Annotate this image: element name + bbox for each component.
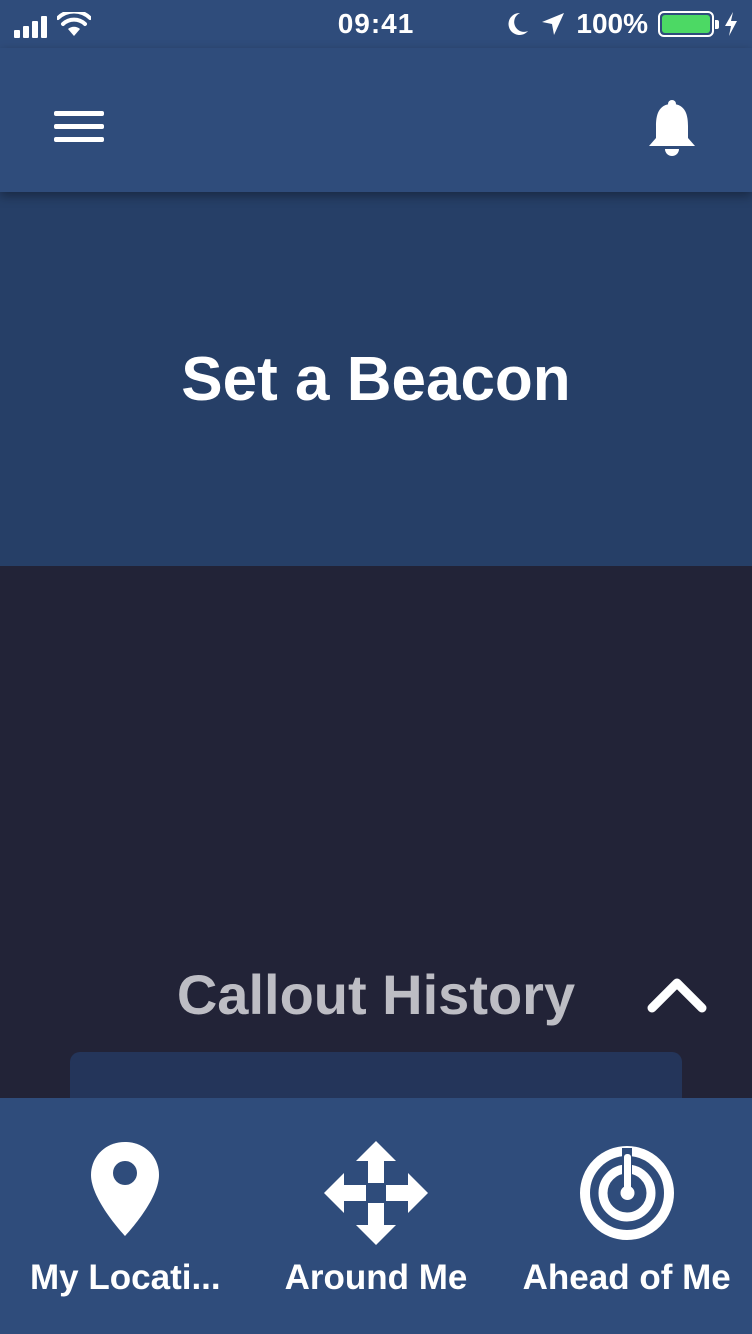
battery-icon [658,11,719,37]
tab-label-around-me: Around Me [284,1258,468,1297]
status-right: 100% [506,8,738,40]
four-arrows-icon [324,1141,428,1245]
tab-bar: My Locati... Around Me Ahead of Me [0,1098,752,1334]
chevron-up-icon [647,978,707,1013]
hamburger-menu-icon [54,111,104,142]
set-beacon-title: Set a Beacon [181,344,571,414]
bell-icon [649,100,695,156]
status-bar: 09:41 100% [0,0,752,48]
nav-bar [0,48,752,192]
tab-label-my-location: My Locati... [30,1258,221,1297]
tab-label-ahead-of-me: Ahead of Me [522,1258,731,1297]
map-pin-icon [91,1142,160,1236]
tab-around-me[interactable]: Around Me [251,1098,502,1334]
callout-history-header: Callout History [0,950,752,1040]
charging-bolt-icon [725,12,737,36]
battery-percent: 100% [576,8,648,39]
menu-button[interactable] [50,104,110,148]
callout-history-toggle[interactable] [644,964,710,1024]
set-beacon-button[interactable]: Set a Beacon [0,192,752,566]
callout-history-title: Callout History [176,963,576,1026]
radar-icon [579,1146,674,1240]
moon-icon [508,12,529,35]
notifications-button[interactable] [640,96,704,160]
tab-ahead-of-me[interactable]: Ahead of Me [501,1098,752,1334]
location-arrow-icon [542,13,565,35]
app-screen: 09:41 100% Set a Beacon Callout History … [0,0,752,1334]
tab-my-location[interactable]: My Locati... [0,1098,251,1334]
